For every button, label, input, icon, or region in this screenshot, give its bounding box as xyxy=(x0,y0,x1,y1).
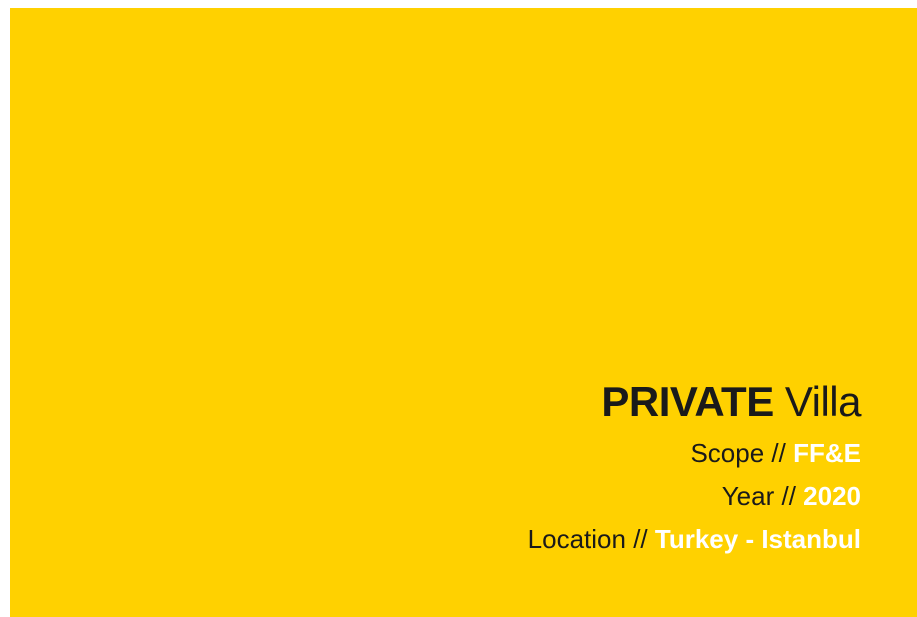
project-card: PRIVATE Villa Scope // FF&E Year // 2020… xyxy=(10,8,917,617)
project-detail-scope: Scope // FF&E xyxy=(528,432,861,475)
project-title: PRIVATE Villa xyxy=(528,374,861,430)
detail-label: Scope xyxy=(690,438,765,468)
detail-value: 2020 xyxy=(803,481,861,511)
detail-separator: // xyxy=(781,481,796,511)
project-detail-location: Location // Turkey - Istanbul xyxy=(528,518,861,561)
detail-label: Location xyxy=(527,524,626,554)
project-detail-year: Year // 2020 xyxy=(528,475,861,518)
detail-separator: // xyxy=(633,524,648,554)
project-info: PRIVATE Villa Scope // FF&E Year // 2020… xyxy=(528,374,862,561)
project-title-light: Villa xyxy=(784,378,862,425)
detail-value: Turkey - Istanbul xyxy=(654,524,861,554)
detail-value: FF&E xyxy=(793,438,861,468)
detail-separator: // xyxy=(771,438,786,468)
project-title-bold: PRIVATE xyxy=(601,378,774,425)
detail-label: Year xyxy=(721,481,775,511)
